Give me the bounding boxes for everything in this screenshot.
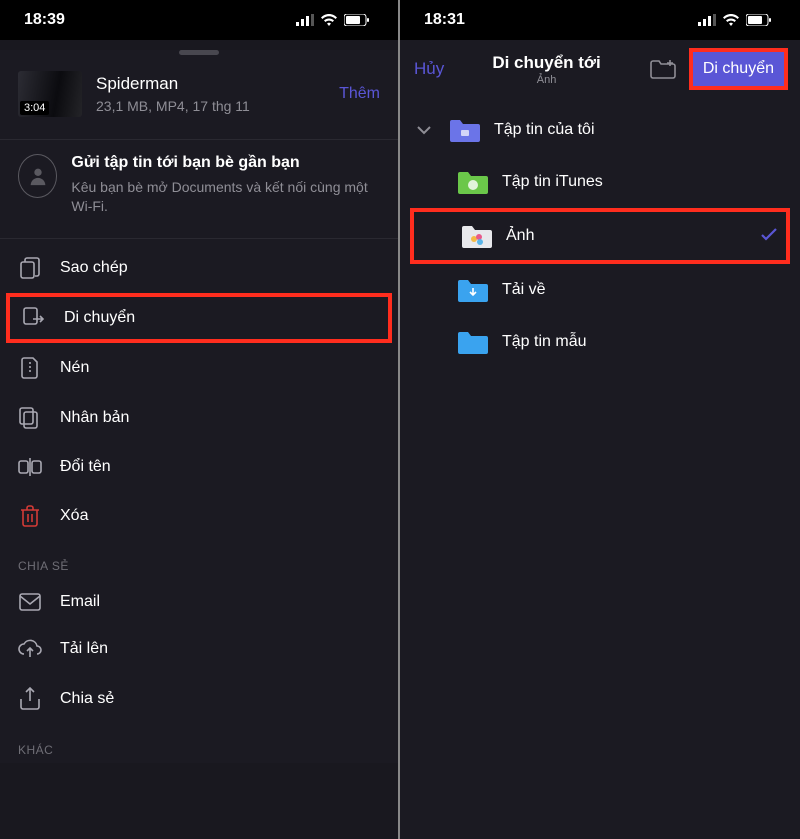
tree-photos-row[interactable]: Ảnh — [410, 208, 790, 264]
folder-icon — [456, 328, 490, 356]
tree-photos-label: Ảnh — [506, 227, 748, 245]
move-action[interactable]: Di chuyển — [6, 293, 392, 343]
status-time: 18:39 — [24, 11, 65, 29]
compress-icon — [18, 357, 42, 379]
status-time: 18:31 — [424, 11, 465, 29]
compress-label: Nén — [60, 359, 89, 377]
status-bar: 18:31 — [400, 0, 800, 40]
share-action[interactable]: Chia sẻ — [0, 673, 398, 725]
share-icon — [18, 687, 42, 711]
upload-icon — [18, 639, 42, 659]
email-icon — [18, 593, 42, 611]
new-folder-icon[interactable] — [649, 57, 677, 81]
tree-root-label: Tập tin của tôi — [494, 121, 782, 139]
folder-icon — [448, 116, 482, 144]
video-thumbnail[interactable]: 3:04 — [18, 71, 82, 117]
add-button[interactable]: Thêm — [339, 85, 380, 103]
tree-root-row[interactable]: Tập tin của tôi — [400, 104, 800, 156]
duplicate-label: Nhân bản — [60, 409, 129, 427]
folder-tree: Tập tin của tôi Tập tin iTunes Ảnh Tải v… — [400, 96, 800, 368]
folder-icon — [456, 168, 490, 196]
share-label: Chia sẻ — [60, 690, 114, 708]
tree-samples-row[interactable]: Tập tin mẫu — [400, 316, 800, 368]
move-button-highlight: Di chuyển — [689, 48, 788, 90]
email-label: Email — [60, 593, 100, 611]
copy-label: Sao chép — [60, 259, 128, 277]
compress-action[interactable]: Nén — [0, 343, 398, 393]
action-sheet: 3:04 Spiderman 23,1 MB, MP4, 17 thg 11 T… — [0, 50, 398, 763]
copy-action[interactable]: Sao chép — [0, 243, 398, 293]
cancel-button[interactable]: Hủy — [414, 59, 444, 79]
checkmark-icon — [760, 225, 778, 248]
status-icons — [296, 14, 370, 26]
email-action[interactable]: Email — [0, 579, 398, 625]
phone-left: 18:39 3:04 Spiderman 23,1 MB, MP4, 17 th… — [0, 0, 400, 839]
upload-label: Tải lên — [60, 640, 108, 658]
rename-action[interactable]: Đổi tên — [0, 443, 398, 491]
nearby-share-body: Kêu bạn bè mở Documents và kết nối cùng … — [71, 178, 380, 216]
avatar-placeholder-icon — [18, 154, 57, 198]
rename-icon — [18, 457, 42, 477]
move-button[interactable]: Di chuyển — [693, 52, 784, 86]
file-row: 3:04 Spiderman 23,1 MB, MP4, 17 thg 11 T… — [0, 61, 398, 139]
tree-samples-label: Tập tin mẫu — [502, 333, 782, 351]
tree-itunes-row[interactable]: Tập tin iTunes — [400, 156, 800, 208]
tree-downloads-row[interactable]: Tải về — [400, 264, 800, 316]
nearby-share-row[interactable]: Gửi tập tin tới bạn bè gần bạn Kêu bạn b… — [0, 139, 398, 238]
move-label: Di chuyển — [64, 309, 135, 327]
nav-title: Di chuyển tới — [452, 53, 641, 73]
delete-label: Xóa — [60, 507, 88, 525]
navbar: Hủy Di chuyển tới Ảnh Di chuyển — [400, 40, 800, 96]
copy-icon — [18, 257, 42, 279]
tree-downloads-label: Tải về — [502, 281, 782, 299]
nav-subtitle: Ảnh — [452, 74, 641, 86]
nav-title-wrap: Di chuyển tới Ảnh — [452, 53, 641, 86]
trash-icon — [18, 505, 42, 527]
folder-icon — [456, 276, 490, 304]
file-info: Spiderman 23,1 MB, MP4, 17 thg 11 — [96, 74, 325, 114]
chevron-down-icon[interactable] — [412, 125, 436, 135]
nearby-share-title: Gửi tập tin tới bạn bè gần bạn — [71, 154, 380, 172]
share-section-label: CHIA SẺ — [0, 541, 398, 579]
file-title: Spiderman — [96, 74, 325, 94]
file-subtitle: 23,1 MB, MP4, 17 thg 11 — [96, 98, 325, 114]
duplicate-action[interactable]: Nhân bản — [0, 393, 398, 443]
phone-right: 18:31 Hủy Di chuyển tới Ảnh Di chuyển T — [400, 0, 800, 839]
folder-icon — [460, 222, 494, 250]
upload-action[interactable]: Tải lên — [0, 625, 398, 673]
status-icons — [698, 14, 772, 26]
duration-badge: 3:04 — [20, 101, 49, 115]
action-list: Sao chép Di chuyển Nén Nhân bản — [0, 238, 398, 763]
sheet-grabber[interactable] — [179, 50, 219, 55]
duplicate-icon — [18, 407, 42, 429]
tree-itunes-label: Tập tin iTunes — [502, 173, 782, 191]
status-bar: 18:39 — [0, 0, 398, 40]
nearby-share-text: Gửi tập tin tới bạn bè gần bạn Kêu bạn b… — [71, 154, 380, 216]
other-section-label: KHÁC — [0, 725, 398, 763]
delete-action[interactable]: Xóa — [0, 491, 398, 541]
rename-label: Đổi tên — [60, 458, 111, 476]
move-icon — [22, 307, 46, 329]
